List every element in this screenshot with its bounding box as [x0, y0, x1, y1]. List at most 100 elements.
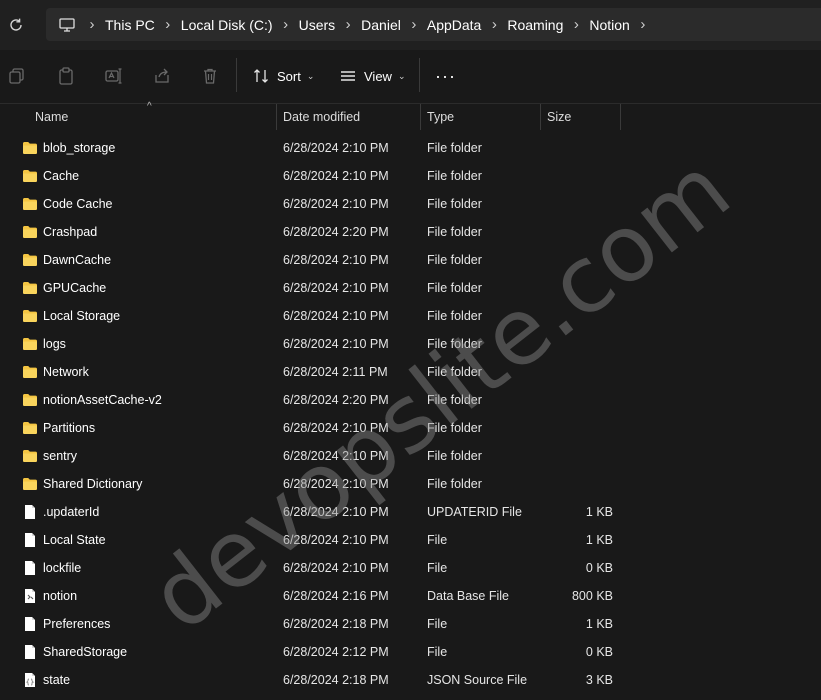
file-row[interactable]: Network 6/28/2024 2:11 PM File folder	[0, 358, 821, 386]
file-row[interactable]: .updaterId 6/28/2024 2:10 PM UPDATERID Fil…	[0, 498, 821, 526]
breadcrumb-users[interactable]: Users	[299, 17, 336, 33]
file-type: File folder	[427, 337, 482, 351]
file-name[interactable]: .updaterId	[43, 498, 99, 526]
file-row[interactable]: Preferences 6/28/2024 2:18 PM File 1 KB	[0, 610, 821, 638]
file-row[interactable]: notionAssetCache-v2 6/28/2024 2:20 PM File…	[0, 386, 821, 414]
breadcrumb-local-disk[interactable]: Local Disk (C:)	[181, 17, 273, 33]
file-date-modified: 6/28/2024 2:10 PM	[283, 337, 389, 351]
file-size: 1 KB	[585, 617, 613, 631]
file-row[interactable]: lockfile 6/28/2024 2:10 PM File 0 KB	[0, 554, 821, 582]
file-name[interactable]: Network	[43, 358, 89, 386]
column-header-date[interactable]: Date modified	[283, 104, 360, 130]
sort-button[interactable]: Sort ⌄	[253, 66, 314, 86]
this-pc-icon[interactable]	[59, 17, 75, 32]
file-name[interactable]: DawnCache	[43, 246, 111, 274]
file-icon	[22, 560, 38, 576]
breadcrumb-roaming[interactable]: Roaming	[507, 17, 563, 33]
chevron-right-icon[interactable]: ›	[563, 16, 589, 33]
refresh-icon[interactable]	[7, 16, 25, 34]
file-type: File folder	[427, 477, 482, 491]
file-name[interactable]: Local State	[43, 526, 106, 554]
file-date-modified: 6/28/2024 2:10 PM	[283, 449, 389, 463]
column-header-size[interactable]: Size	[547, 104, 571, 130]
chevron-right-icon[interactable]: ›	[335, 16, 361, 33]
file-type: File folder	[427, 225, 482, 239]
file-row[interactable]: Shared Dictionary 6/28/2024 2:10 PM File f…	[0, 470, 821, 498]
file-name[interactable]: sentry	[43, 442, 77, 470]
file-icon	[22, 532, 38, 548]
file-row[interactable]: sentry 6/28/2024 2:10 PM File folder	[0, 442, 821, 470]
file-type: File folder	[427, 169, 482, 183]
more-options-button[interactable]: ···	[435, 66, 456, 87]
file-row[interactable]: logs 6/28/2024 2:10 PM File folder	[0, 330, 821, 358]
file-row[interactable]: state 6/28/2024 2:18 PM JSON Source File 3 …	[0, 666, 821, 694]
file-name[interactable]: blob_storage	[43, 134, 115, 162]
file-type: File folder	[427, 449, 482, 463]
file-name[interactable]: Crashpad	[43, 218, 97, 246]
chevron-right-icon[interactable]: ›	[273, 16, 299, 33]
delete-icon[interactable]	[201, 67, 219, 85]
file-row[interactable]: DawnCache 6/28/2024 2:10 PM File folder	[0, 246, 821, 274]
rename-icon[interactable]	[105, 67, 123, 85]
file-row[interactable]: Local Storage 6/28/2024 2:10 PM File folde…	[0, 302, 821, 330]
file-name[interactable]: GPUCache	[43, 274, 106, 302]
file-name[interactable]: notion	[43, 582, 77, 610]
file-name[interactable]: logs	[43, 330, 66, 358]
column-header-type[interactable]: Type	[427, 104, 454, 130]
view-button[interactable]: View ⌄	[340, 66, 406, 86]
folder-icon	[22, 420, 38, 436]
file-name[interactable]: Code Cache	[43, 190, 113, 218]
file-type: Data Base File	[427, 589, 509, 603]
chevron-right-icon[interactable]: ›	[481, 16, 507, 33]
file-name[interactable]: notionAssetCache-v2	[43, 386, 162, 414]
breadcrumb-appdata[interactable]: AppData	[427, 17, 481, 33]
chevron-right-icon[interactable]: ›	[401, 16, 427, 33]
folder-icon	[22, 280, 38, 296]
file-row[interactable]: Local State 6/28/2024 2:10 PM File 1 KB	[0, 526, 821, 554]
file-name[interactable]: Cache	[43, 162, 79, 190]
column-divider[interactable]	[420, 104, 421, 130]
file-row[interactable]: notion 6/28/2024 2:16 PM Data Base File 800…	[0, 582, 821, 610]
file-type: JSON Source File	[427, 673, 528, 687]
file-name[interactable]: SharedStorage	[43, 638, 127, 666]
share-icon[interactable]	[153, 67, 171, 85]
column-header-name[interactable]: Name	[35, 104, 68, 130]
copy-icon[interactable]	[8, 67, 26, 85]
file-type: UPDATERID File	[427, 505, 522, 519]
file-row[interactable]: SharedStorage 6/28/2024 2:12 PM File 0 KB	[0, 638, 821, 666]
file-row[interactable]: blob_storage 6/28/2024 2:10 PM File folder	[0, 134, 821, 162]
file-name[interactable]: state	[43, 666, 70, 694]
file-type: File folder	[427, 309, 482, 323]
file-date-modified: 6/28/2024 2:10 PM	[283, 309, 389, 323]
database-file-icon	[22, 588, 38, 604]
file-row[interactable]: Code Cache 6/28/2024 2:10 PM File folder	[0, 190, 821, 218]
file-name[interactable]: lockfile	[43, 554, 81, 582]
file-type: File folder	[427, 197, 482, 211]
file-date-modified: 6/28/2024 2:18 PM	[283, 617, 389, 631]
breadcrumb-this-pc[interactable]: This PC	[105, 17, 155, 33]
file-name[interactable]: Preferences	[43, 610, 110, 638]
column-divider[interactable]	[540, 104, 541, 130]
file-name[interactable]: Shared Dictionary	[43, 470, 142, 498]
chevron-right-icon[interactable]: ›	[155, 16, 181, 33]
folder-icon	[22, 168, 38, 184]
file-name[interactable]: Local Storage	[43, 302, 120, 330]
column-divider[interactable]	[620, 104, 621, 130]
file-icon	[22, 644, 38, 660]
paste-icon[interactable]	[57, 67, 75, 85]
file-type: File	[427, 561, 448, 575]
file-row[interactable]: Partitions 6/28/2024 2:10 PM File folder	[0, 414, 821, 442]
breadcrumb-notion[interactable]: Notion	[589, 17, 629, 33]
chevron-right-icon[interactable]: ›	[630, 16, 656, 33]
file-row[interactable]: Cache 6/28/2024 2:10 PM File folder	[0, 162, 821, 190]
breadcrumb[interactable]: › This PC › Local Disk (C:) › Users › Da…	[46, 8, 821, 41]
chevron-right-icon[interactable]: ›	[79, 16, 105, 33]
toolbar-divider	[419, 58, 420, 92]
file-date-modified: 6/28/2024 2:16 PM	[283, 589, 389, 603]
file-row[interactable]: Crashpad 6/28/2024 2:20 PM File folder	[0, 218, 821, 246]
column-divider[interactable]	[276, 104, 277, 130]
file-name[interactable]: Partitions	[43, 414, 95, 442]
breadcrumb-daniel[interactable]: Daniel	[361, 17, 401, 33]
file-row[interactable]: GPUCache 6/28/2024 2:10 PM File folder	[0, 274, 821, 302]
folder-icon	[22, 336, 38, 352]
